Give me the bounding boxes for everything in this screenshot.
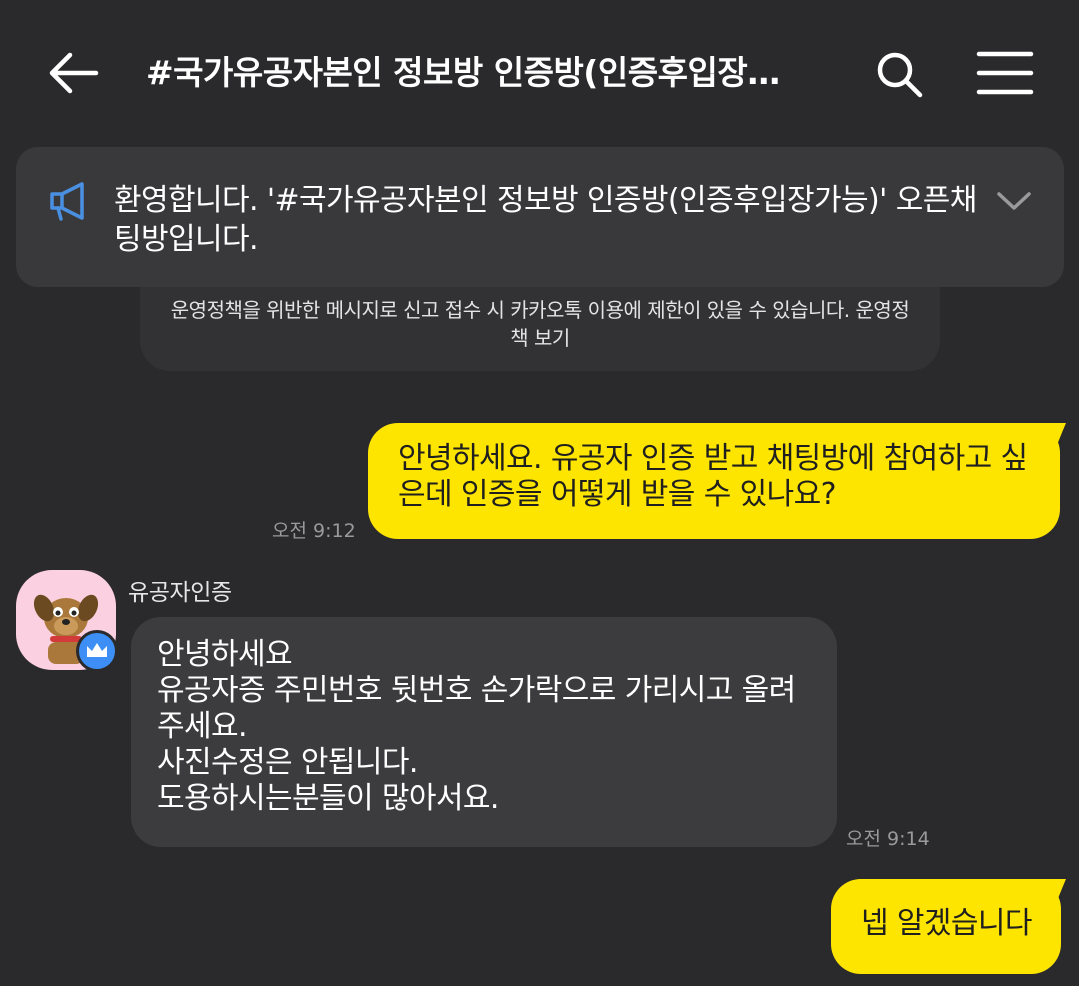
notice-text: 환영합니다. '#국가유공자본인 정보방 인증방(인증후입장가능)' 오픈채팅방… (114, 183, 977, 257)
sender-name[interactable]: 유공자인증 (128, 573, 232, 607)
message-line: 주세요. (157, 709, 248, 744)
chat-screen: #국가유공자본인 정보방 인증방(인증후입장… 환영합니다. '#국가유공자본인… (0, 0, 1079, 986)
back-button[interactable] (46, 48, 102, 98)
message-line: 안녕하세요 (157, 637, 293, 672)
search-button[interactable] (872, 48, 928, 102)
chat-title: #국가유공자본인 정보방 인증방(인증후입장… (146, 53, 780, 92)
message-time: 오전 9:14 (846, 828, 930, 850)
my-message-bubble[interactable]: 넵 알겠습니다 (831, 879, 1061, 974)
crown-icon (87, 643, 107, 657)
message-text: 넵 알겠습니다 (861, 906, 1033, 941)
menu-button[interactable] (976, 50, 1034, 96)
message-line: 도용하시는분들이 많아서요. (157, 781, 499, 816)
other-message-bubble[interactable]: 안녕하세요 유공자증 주민번호 뒷번호 손가락으로 가리시고 올려 주세요. 사… (131, 617, 837, 847)
message-line: 유공자증 주민번호 뒷번호 손가락으로 가리시고 올려 (157, 673, 796, 708)
policy-notice: 운영정책을 위반한 메시지로 신고 접수 시 카카오톡 이용에 제한이 있을 수… (140, 287, 940, 371)
message-line: 사진수정은 안됩니다. (157, 745, 418, 780)
policy-text: 운영정책을 위반한 메시지로 신고 접수 시 카카오톡 이용에 제한이 있을 수… (170, 298, 850, 322)
search-icon (877, 52, 923, 98)
hamburger-menu-icon (976, 51, 1034, 95)
chevron-down-icon[interactable] (996, 189, 1032, 213)
arrow-left-icon (49, 52, 99, 94)
chat-header: #국가유공자본인 정보방 인증방(인증후입장… (0, 0, 1079, 140)
message-text: 안녕하세요. 유공자 인증 받고 채팅방에 참여하고 싶은데 인증을 어떻게 받… (398, 441, 1028, 512)
message-time: 오전 9:12 (272, 520, 356, 542)
my-message-bubble[interactable]: 안녕하세요. 유공자 인증 받고 채팅방에 참여하고 싶은데 인증을 어떻게 받… (368, 423, 1060, 539)
host-badge (76, 630, 118, 672)
notice-banner[interactable]: 환영합니다. '#국가유공자본인 정보방 인증방(인증후입장가능)' 오픈채팅방… (16, 147, 1064, 287)
megaphone-icon (50, 182, 84, 221)
